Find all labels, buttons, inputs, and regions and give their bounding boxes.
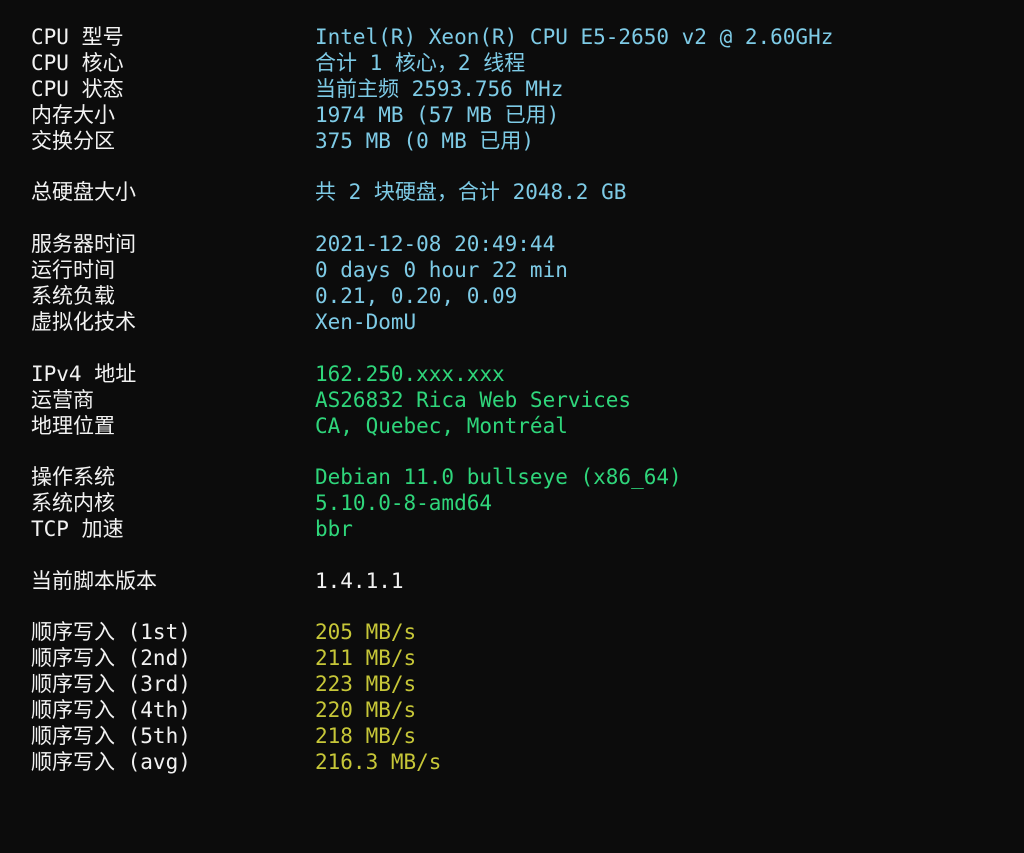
script-version-label: 当前脚本版本 [31, 569, 157, 593]
row-virtualization: 虚拟化技术 Xen-DomU [0, 309, 1024, 335]
virtualization-value: Xen-DomU [315, 310, 417, 334]
disk-write-label: 顺序写入 (avg) [31, 750, 191, 774]
cpu-model-value: Intel(R) Xeon(R) CPU E5-2650 v2 @ 2.60GH… [315, 25, 834, 49]
server-time-label: 服务器时间 [31, 232, 136, 256]
row-cpu-model: CPU 型号 Intel(R) Xeon(R) CPU E5-2650 v2 @… [0, 24, 1024, 50]
row-uptime: 运行时间 0 days 0 hour 22 min [0, 257, 1024, 283]
row-isp: 运营商 AS26832 Rica Web Services [0, 387, 1024, 413]
row-script-version: 当前脚本版本 1.4.1.1 [0, 568, 1024, 594]
kernel-label: 系统内核 [31, 491, 115, 515]
row-location: 地理位置 CA, Quebec, Montréal [0, 413, 1024, 439]
tcp-value: bbr [315, 517, 353, 541]
row-cpu-status: CPU 状态 当前主频 2593.756 MHz [0, 76, 1024, 102]
disk-write-value: 223 MB/s [315, 672, 417, 696]
virtualization-label: 虚拟化技术 [31, 310, 136, 334]
row-os: 操作系统 Debian 11.0 bullseye (x86_64) [0, 464, 1024, 490]
cpu-status-value: 当前主频 2593.756 MHz [315, 77, 564, 101]
row-disk-write-5th: 顺序写入 (5th) 218 MB/s [0, 723, 1024, 749]
uptime-label: 运行时间 [31, 258, 115, 282]
kernel-value: 5.10.0-8-amd64 [315, 491, 493, 515]
location-value: CA, Quebec, Montréal [315, 414, 568, 438]
isp-value: AS26832 Rica Web Services [315, 388, 632, 412]
swap-label: 交换分区 [31, 129, 115, 153]
row-disk-write-4th: 顺序写入 (4th) 220 MB/s [0, 697, 1024, 723]
disk-write-label: 顺序写入 (2nd) [31, 646, 191, 670]
disk-write-label: 顺序写入 (3rd) [31, 672, 191, 696]
disk-total-value: 共 2 块硬盘，合计 2048.2 GB [315, 180, 627, 204]
ipv4-label: IPv4 地址 [31, 362, 137, 386]
row-cpu-cores: CPU 核心 合计 1 核心，2 线程 [0, 50, 1024, 76]
cpu-cores-value: 合计 1 核心，2 线程 [315, 51, 526, 75]
row-tcp: TCP 加速 bbr [0, 516, 1024, 542]
os-value: Debian 11.0 bullseye (x86_64) [315, 465, 682, 489]
location-label: 地理位置 [31, 414, 115, 438]
load-value: 0.21, 0.20, 0.09 [315, 284, 518, 308]
row-kernel: 系统内核 5.10.0-8-amd64 [0, 490, 1024, 516]
row-memory: 内存大小 1974 MB (57 MB 已用) [0, 102, 1024, 128]
disk-write-label: 顺序写入 (4th) [31, 698, 191, 722]
row-ipv4: IPv4 地址 162.250.xxx.xxx [0, 361, 1024, 387]
row-disk-write-1st: 顺序写入 (1st) 205 MB/s [0, 619, 1024, 645]
row-disk-total: 总硬盘大小 共 2 块硬盘，合计 2048.2 GB [0, 179, 1024, 205]
disk-write-value: 220 MB/s [315, 698, 417, 722]
disk-write-label: 顺序写入 (5th) [31, 724, 191, 748]
swap-value: 375 MB (0 MB 已用) [315, 129, 535, 153]
memory-label: 内存大小 [31, 103, 115, 127]
row-load: 系统负载 0.21, 0.20, 0.09 [0, 283, 1024, 309]
uptime-value: 0 days 0 hour 22 min [315, 258, 568, 282]
load-label: 系统负载 [31, 284, 115, 308]
terminal-window[interactable]: CPU 型号 Intel(R) Xeon(R) CPU E5-2650 v2 @… [0, 0, 1024, 800]
disk-total-label: 总硬盘大小 [31, 180, 136, 204]
ipv4-value: 162.250.xxx.xxx [315, 362, 505, 386]
row-server-time: 服务器时间 2021-12-08 20:49:44 [0, 231, 1024, 257]
row-disk-write-2nd: 顺序写入 (2nd) 211 MB/s [0, 645, 1024, 671]
disk-write-value: 216.3 MB/s [315, 750, 442, 774]
disk-write-value: 211 MB/s [315, 646, 417, 670]
os-label: 操作系统 [31, 465, 115, 489]
cpu-status-label: CPU 状态 [31, 77, 124, 101]
row-disk-write-avg: 顺序写入 (avg) 216.3 MB/s [0, 749, 1024, 775]
isp-label: 运营商 [31, 388, 94, 412]
row-disk-write-3rd: 顺序写入 (3rd) 223 MB/s [0, 671, 1024, 697]
tcp-label: TCP 加速 [31, 517, 124, 541]
disk-write-value: 205 MB/s [315, 620, 417, 644]
disk-write-value: 218 MB/s [315, 724, 417, 748]
disk-write-label: 顺序写入 (1st) [31, 620, 191, 644]
row-swap: 交换分区 375 MB (0 MB 已用) [0, 128, 1024, 154]
cpu-cores-label: CPU 核心 [31, 51, 124, 75]
memory-value: 1974 MB (57 MB 已用) [315, 103, 560, 127]
cpu-model-label: CPU 型号 [31, 25, 124, 49]
server-time-value: 2021-12-08 20:49:44 [315, 232, 556, 256]
script-version-value: 1.4.1.1 [315, 569, 404, 593]
